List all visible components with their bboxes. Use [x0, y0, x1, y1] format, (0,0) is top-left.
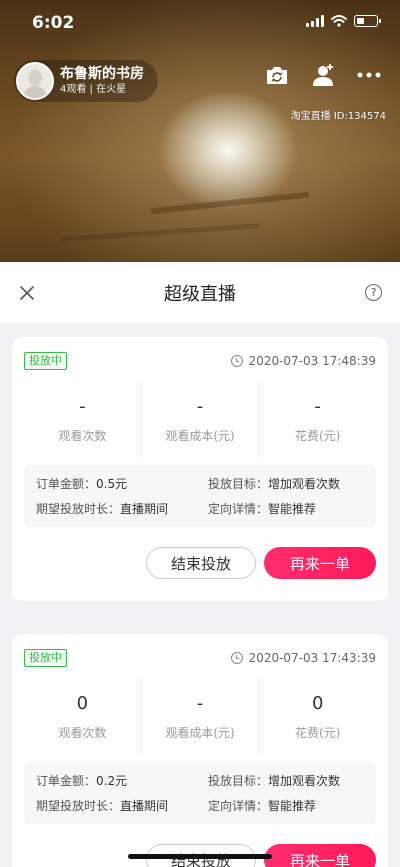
add-guest-icon[interactable]: [310, 62, 336, 88]
status-time: 6:02: [32, 13, 75, 33]
stat-label: 花费(元): [294, 725, 341, 740]
cellular-signal-icon: [306, 15, 324, 27]
detail-target: 投放目标：增加观看次数: [208, 774, 341, 788]
detail-targeting: 定向详情：智能推荐: [208, 502, 317, 516]
stat-value: 0: [76, 692, 89, 714]
stat-label: 花费(元): [294, 428, 341, 443]
stat-label: 观看次数: [58, 428, 107, 443]
stat-value: -: [314, 395, 321, 417]
stat-label: 观看次数: [58, 725, 107, 740]
order-actions: 结束投放 再来一单: [24, 824, 376, 867]
stat-spend: 0 花费(元): [259, 678, 376, 754]
reorder-button[interactable]: 再来一单: [264, 844, 376, 867]
clock-icon: [230, 652, 243, 664]
host-info[interactable]: 布鲁斯的书房 4观看 | 在火星: [14, 60, 158, 102]
order-time: 2020-07-03 17:43:39: [248, 651, 376, 665]
floor-grain: [150, 191, 310, 215]
stop-promotion-button[interactable]: 结束投放: [146, 547, 256, 579]
status-badge: 投放中: [24, 649, 67, 667]
battery-icon: [354, 15, 381, 27]
detail-duration: 期望投放时长：直播期间: [36, 799, 169, 813]
floor-grain: [60, 223, 260, 242]
order-card: 投放中 2020-07-03 17:48:39 - 观看次数 - 观看成本(元)…: [12, 337, 388, 601]
more-icon[interactable]: [356, 62, 382, 88]
status-bar: 6:02: [0, 0, 400, 44]
clock-icon: [230, 355, 243, 367]
order-time: 2020-07-03 17:48:39: [248, 354, 376, 368]
super-live-panel: 超级直播 ? 投放中 2020-07-03 17:48:39 - 观看次数 - …: [0, 262, 400, 867]
detail-target: 投放目标：增加观看次数: [208, 477, 341, 491]
host-avatar[interactable]: [16, 62, 54, 100]
status-badge: 投放中: [24, 352, 67, 370]
order-stats: 0 观看次数 - 观看成本(元) 0 花费(元): [24, 678, 376, 754]
status-icons: [306, 15, 381, 27]
stat-spend: - 花费(元): [259, 381, 376, 457]
live-video: 6:02 布鲁斯的书房 4观看 | 在火星 淘宝直播 ID:134574: [0, 0, 400, 262]
order-details: 订单金额：0.5元 投放目标：增加观看次数 期望投放时长：直播期间 定向详情：智…: [24, 465, 376, 527]
stat-view-cost: - 观看成本(元): [142, 678, 260, 754]
detail-targeting: 定向详情：智能推荐: [208, 799, 317, 813]
top-actions: [264, 62, 382, 88]
order-stats: - 观看次数 - 观看成本(元) - 花费(元): [24, 381, 376, 457]
host-name: 布鲁斯的书房: [60, 66, 144, 82]
stat-label: 观看成本(元): [165, 725, 235, 740]
wifi-icon: [331, 15, 347, 27]
stat-value: -: [196, 395, 204, 417]
detail-amount: 订单金额：0.5元: [36, 477, 128, 491]
stat-value: 0: [311, 692, 324, 714]
stat-views: 0 观看次数: [24, 678, 142, 754]
panel-header: 超级直播 ?: [0, 262, 400, 324]
order-actions: 结束投放 再来一单: [24, 527, 376, 601]
order-card: 投放中 2020-07-03 17:43:39 0 观看次数 - 观看成本(元)…: [12, 634, 388, 867]
detail-duration: 期望投放时长：直播期间: [36, 502, 169, 516]
panel-title: 超级直播: [164, 283, 236, 305]
detail-amount: 订单金额：0.2元: [36, 774, 128, 788]
flip-camera-icon[interactable]: [264, 62, 290, 88]
stat-value: -: [79, 395, 86, 417]
stat-value: -: [196, 692, 204, 714]
stat-views: - 观看次数: [24, 381, 142, 457]
reorder-button[interactable]: 再来一单: [264, 547, 376, 579]
host-subtitle: 4观看 | 在火星: [60, 84, 127, 95]
live-id: 淘宝直播 ID:134574: [290, 111, 386, 122]
stat-label: 观看成本(元): [165, 428, 235, 443]
home-indicator[interactable]: [128, 854, 272, 859]
close-icon[interactable]: [16, 282, 38, 304]
order-details: 订单金额：0.2元 投放目标：增加观看次数 期望投放时长：直播期间 定向详情：智…: [24, 762, 376, 824]
stat-view-cost: - 观看成本(元): [142, 381, 260, 457]
help-icon[interactable]: ?: [365, 284, 382, 301]
